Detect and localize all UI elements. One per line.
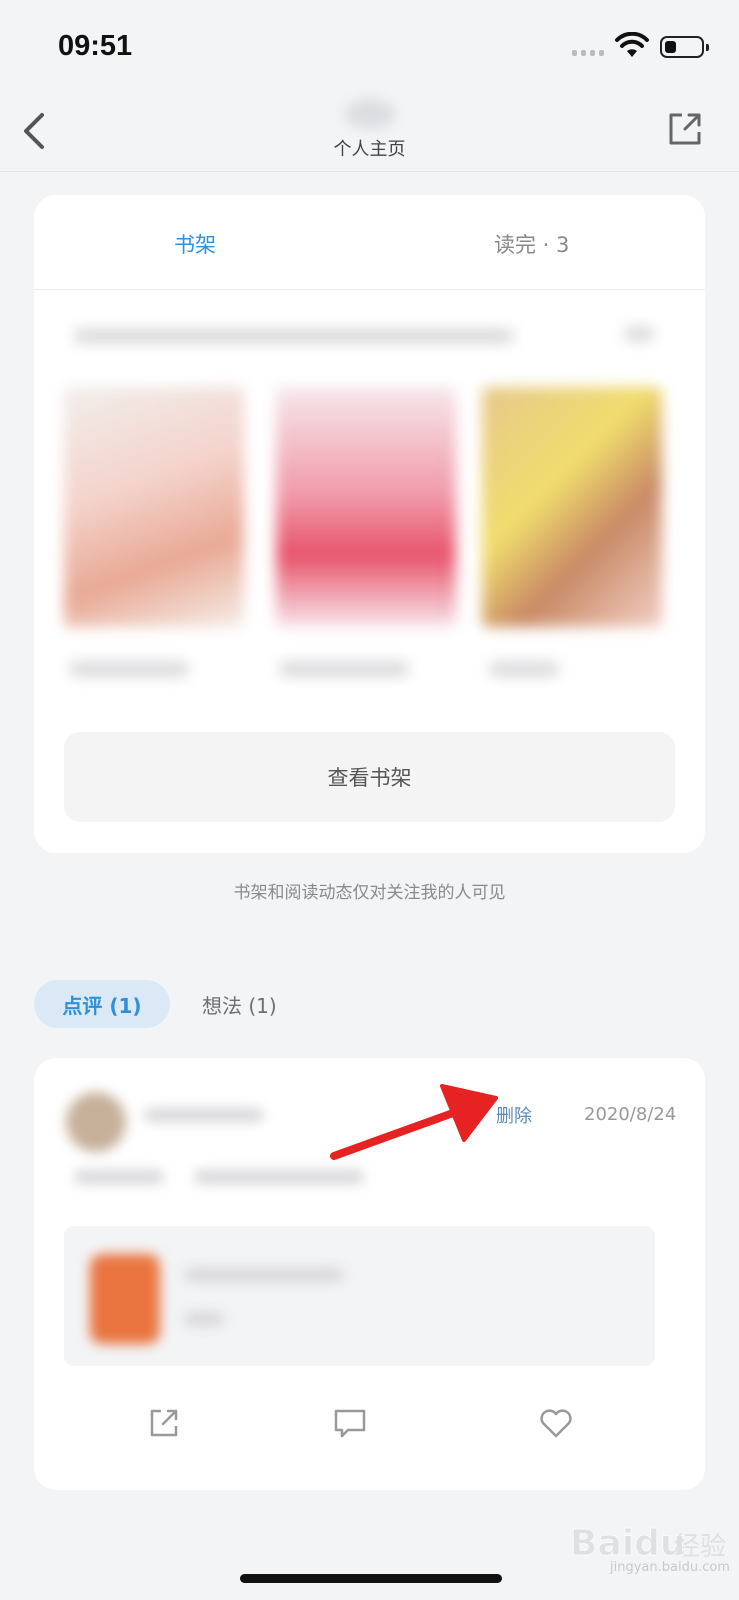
tab-bookshelf[interactable]: 书架 <box>174 229 216 259</box>
blurred-text <box>184 1268 344 1282</box>
blurred-text <box>279 662 409 676</box>
book-cover[interactable] <box>482 387 662 627</box>
status-bar: 09:51 <box>0 0 739 95</box>
baidu-watermark-logo: Baidu 经验 <box>570 1523 726 1565</box>
wifi-icon <box>615 32 649 57</box>
svg-text:经验: 经验 <box>674 1532 726 1562</box>
avatar <box>66 1092 126 1152</box>
home-indicator <box>240 1574 502 1583</box>
blurred-text <box>194 1170 364 1184</box>
tab-finished[interactable]: 读完 · 3 <box>494 229 569 259</box>
blurred-text <box>489 662 559 676</box>
blurred-text <box>184 1312 224 1326</box>
referenced-book[interactable] <box>64 1226 655 1366</box>
watermark-url: jingyan.baidu.com <box>610 1560 730 1575</box>
tab-reviews[interactable]: 点评 (1) <box>34 980 170 1028</box>
svg-text:Baidu: Baidu <box>570 1523 685 1564</box>
review-actions <box>34 1403 705 1453</box>
bookshelf-card: 书架 读完 · 3 查看书架 <box>34 195 705 853</box>
delete-button[interactable]: 删除 <box>496 1102 532 1128</box>
review-date: 2020/8/24 <box>584 1104 677 1125</box>
battery-icon <box>660 36 709 58</box>
blurred-book-info <box>64 1226 655 1366</box>
heart-icon[interactable] <box>536 1403 576 1443</box>
privacy-note: 书架和阅读动态仅对关注我的人可见 <box>233 883 506 903</box>
tab-ideas[interactable]: 想法 (1) <box>202 990 277 1019</box>
avatar <box>345 99 395 129</box>
blurred-review-header <box>44 1078 504 1188</box>
view-bookshelf-button[interactable]: 查看书架 <box>64 732 675 822</box>
bookshelf-tabs: 书架 读完 · 3 <box>34 195 705 290</box>
cellular-signal-icon <box>572 50 604 56</box>
comment-icon[interactable] <box>330 1403 370 1443</box>
navigation-bar: 个人主页 <box>0 95 739 172</box>
blurred-text <box>74 329 514 343</box>
blurred-book-list <box>34 317 705 717</box>
book-cover[interactable] <box>276 387 456 627</box>
blurred-text <box>69 662 189 676</box>
book-cover[interactable] <box>64 387 244 627</box>
blurred-text <box>144 1108 264 1122</box>
page-title: 个人主页 <box>333 139 406 160</box>
blurred-text <box>74 1170 164 1184</box>
blurred-text <box>624 327 654 341</box>
share-icon[interactable] <box>144 1403 184 1443</box>
status-time: 09:51 <box>58 30 133 62</box>
share-icon[interactable] <box>665 109 705 149</box>
book-cover <box>90 1254 160 1344</box>
